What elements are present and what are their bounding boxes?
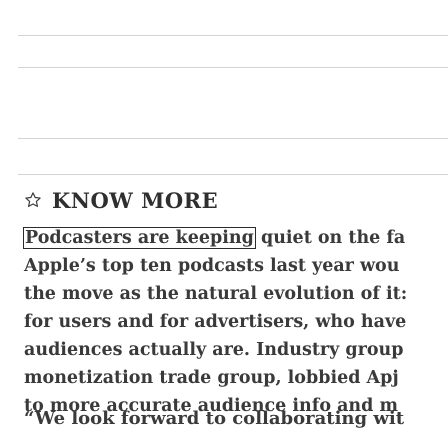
paragraph-line: Podcasters are keeping quiet on the fa — [23, 227, 406, 249]
paragraph-line: for users and for advertisers, who have — [24, 312, 407, 332]
quote-paragraph: “We look forward to collaborating wit — [24, 408, 405, 429]
section-heading-text: KNOW MORE — [52, 187, 219, 213]
divider — [18, 67, 448, 68]
selected-text[interactable]: Podcasters are keeping — [23, 227, 256, 249]
paragraph-line: monetization trade group, lobbied Apj — [24, 368, 399, 388]
article-paragraph: Podcasters are keeping quiet on the fa A… — [23, 224, 448, 420]
paragraph-line: Apple’s top ten podcasts last year wou — [24, 256, 400, 276]
section-heading: KNOW MORE — [24, 186, 218, 214]
paragraph-line: audiences actually are. Industry group — [24, 340, 404, 360]
divider — [18, 138, 448, 139]
paragraph-line: the move as the natural evolution of it: — [24, 284, 408, 304]
divider — [18, 35, 448, 36]
divider — [18, 174, 448, 175]
star-outline-icon — [24, 191, 42, 209]
